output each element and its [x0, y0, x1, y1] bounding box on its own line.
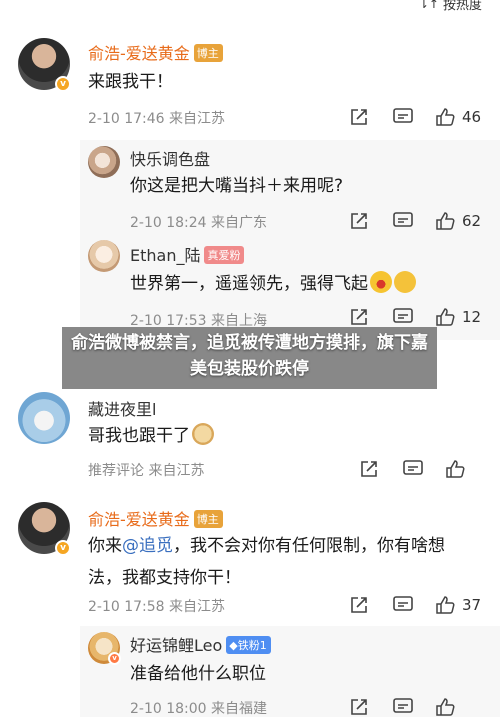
comment-icon[interactable] — [392, 210, 414, 232]
comment-icon[interactable] — [392, 696, 414, 717]
like-count: 12 — [462, 308, 482, 326]
like-icon[interactable] — [434, 306, 456, 328]
comment-actions — [348, 696, 456, 717]
comment-author[interactable]: 快乐调色盘 — [130, 146, 210, 170]
doge-emoji-icon — [192, 423, 214, 445]
share-icon[interactable] — [358, 458, 380, 480]
like-icon[interactable] — [434, 696, 456, 717]
share-icon[interactable] — [348, 106, 370, 128]
comment-actions — [358, 458, 466, 480]
share-icon[interactable] — [348, 696, 370, 717]
author-tag: 博主 — [193, 44, 223, 62]
laughing-emoji-icon — [370, 271, 392, 293]
comment-author[interactable]: 俞浩-爱送黄金 博主 — [88, 506, 223, 530]
like-count: 46 — [462, 108, 482, 126]
sort-toggle[interactable]: ⇂↑ 按热度 — [419, 0, 482, 13]
comment-actions: 62 — [348, 210, 481, 232]
avatar[interactable] — [88, 146, 120, 178]
fan-badge-icon: v — [108, 652, 121, 665]
comment-text: 哥我也跟干了 — [88, 420, 214, 452]
verified-badge-icon: v — [55, 76, 71, 92]
comment-icon[interactable] — [392, 306, 414, 328]
comment-text: 来跟我干！ — [88, 72, 173, 92]
comment-meta: 推荐评论 来自江苏 — [88, 463, 205, 479]
comment-meta: 2-10 18:00 来自福建 — [130, 701, 268, 717]
comment-author[interactable]: 好运锦鲤Leo ◆铁粉1 — [130, 632, 271, 656]
like-icon[interactable] — [434, 210, 456, 232]
comment-actions: 37 — [348, 594, 481, 616]
comment-actions: 12 — [348, 306, 481, 328]
sort-label: 按热度 — [442, 0, 482, 13]
like-icon[interactable] — [444, 458, 466, 480]
share-icon[interactable] — [348, 594, 370, 616]
comment-text: 你来@追觅，我不会对你有任何限制，你有啥想法，我都支持你干！ — [88, 536, 445, 588]
avatar[interactable] — [18, 392, 70, 444]
comment-icon[interactable] — [392, 106, 414, 128]
verified-badge-icon: v — [55, 540, 71, 556]
comment-author[interactable]: Ethan_陆 真爱粉 — [130, 242, 245, 266]
like-icon[interactable] — [434, 594, 456, 616]
diamond-icon: ◆ — [229, 639, 238, 652]
comment-actions: 46 — [348, 106, 481, 128]
comment-meta: 2-10 18:24 来自广东 — [130, 215, 268, 231]
mention-link[interactable]: @追觅 — [122, 536, 173, 556]
comment-icon[interactable] — [402, 458, 424, 480]
comment-author[interactable]: 俞浩-爱送黄金 博主 — [88, 40, 223, 64]
comment-meta: 2-10 17:46 来自江苏 — [88, 111, 226, 127]
share-icon[interactable] — [348, 210, 370, 232]
comment-text: 世界第一，遥遥领先，强得飞起 — [130, 268, 416, 300]
share-icon[interactable] — [348, 306, 370, 328]
comment-text: 你这是把大嘴当抖＋来用呢? — [130, 176, 344, 196]
author-tag: ◆铁粉1 — [226, 636, 271, 654]
like-count: 37 — [462, 596, 482, 614]
like-icon[interactable] — [434, 106, 456, 128]
author-tag: 博主 — [193, 510, 223, 528]
like-count: 62 — [462, 212, 482, 230]
headline-text: 俞浩微博被禁言，追觅被传遭地方摸排，旗下嘉美包装股价跌停 — [71, 333, 428, 379]
sort-icon: ⇂↑ — [418, 0, 439, 11]
author-tag: 真爱粉 — [204, 246, 245, 264]
comment-text: 准备给他什么职位 — [130, 664, 266, 684]
smirk-emoji-icon — [394, 271, 416, 293]
avatar[interactable] — [88, 240, 120, 272]
comment-meta: 2-10 17:58 来自江苏 — [88, 599, 226, 615]
comment-author[interactable]: 藏进夜里l — [88, 396, 156, 420]
comment-icon[interactable] — [392, 594, 414, 616]
